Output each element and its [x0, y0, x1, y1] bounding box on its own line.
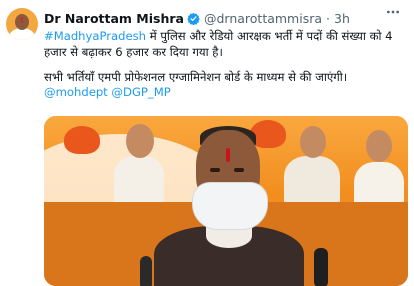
more-dots-glyph: [387, 10, 399, 14]
tweet-text: #MadhyaPradesh में पुलिस और रेडियो आरक्ष…: [44, 29, 404, 101]
tweet-mentions: @mohdept @DGP_MP: [44, 85, 404, 101]
mention-link-2[interactable]: @DGP_MP: [111, 85, 170, 99]
lotus-emblem: [64, 126, 100, 154]
microphone-left: [140, 256, 152, 286]
author-avatar[interactable]: [6, 8, 38, 40]
avatar-tilak: [21, 17, 23, 23]
microphone-right: [314, 248, 328, 286]
speaker-eye-left: [210, 168, 220, 172]
poster-figure-right-body: [284, 156, 340, 206]
poster-figure-right-head: [300, 126, 326, 158]
verified-badge-icon: [187, 12, 200, 25]
header-separator: ·: [326, 10, 331, 26]
tweet-line-2: सभी भर्तियाँ एमपी प्रोफेशनल एग्जामिनेशन …: [44, 69, 348, 84]
speaker-eye-right: [234, 168, 244, 172]
tweet-header: Dr Narottam Mishra @drnarottammisra · 3h: [44, 10, 350, 26]
poster-figure-far-right-head: [366, 130, 392, 162]
face-mask: [192, 182, 268, 230]
mention-link-1[interactable]: @mohdept: [44, 85, 108, 99]
tweet-timestamp[interactable]: 3h: [334, 11, 350, 26]
hashtag-link[interactable]: #MadhyaPradesh: [44, 29, 146, 43]
author-name[interactable]: Dr Narottam Mishra: [44, 11, 184, 26]
poster-figure-left-head: [126, 124, 154, 158]
author-handle[interactable]: @drnarottammisra: [204, 11, 322, 26]
tweet-media-image[interactable]: [44, 116, 408, 286]
tweet-line-1: #MadhyaPradesh में पुलिस और रेडियो आरक्ष…: [44, 29, 404, 61]
poster-figure-left-body: [114, 156, 164, 202]
more-options-icon[interactable]: [382, 4, 404, 26]
speaker-tilak: [226, 148, 230, 162]
